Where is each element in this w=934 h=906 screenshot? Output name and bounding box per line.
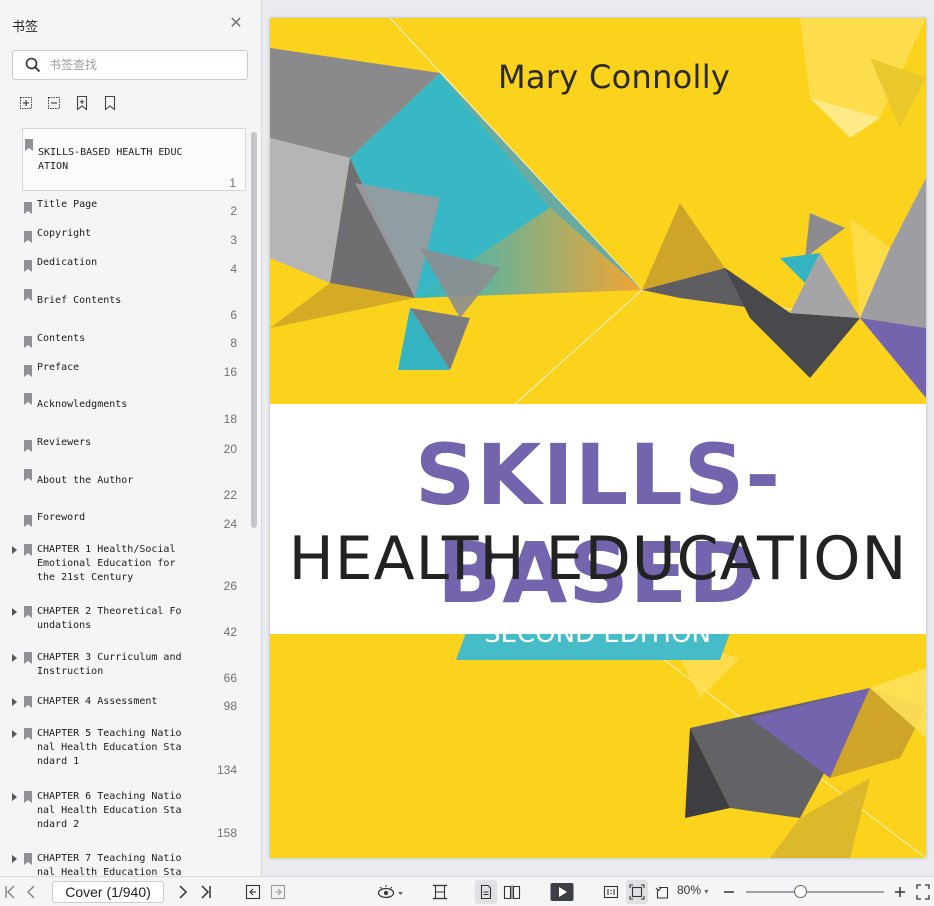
- actual-size-icon[interactable]: [603, 884, 619, 900]
- sidebar-title: 书签: [12, 19, 39, 34]
- fullscreen-icon[interactable]: [916, 884, 930, 900]
- bookmark-list: SKILLS-BASED HEALTH EDUC ATION 1 Title P…: [0, 128, 262, 876]
- bookmark-item[interactable]: Reviewers 20: [22, 436, 246, 464]
- zoom-slider-track[interactable]: [746, 891, 884, 893]
- bookmark-tools: [18, 95, 118, 111]
- bookmark-icon: [24, 336, 32, 348]
- bookmark-star-icon[interactable]: [74, 95, 90, 111]
- bookmark-icon: [24, 696, 32, 708]
- eye-protection-icon[interactable]: [377, 884, 405, 900]
- bookmark-item[interactable]: CHAPTER 2 Theoretical Fo undations 42: [12, 604, 246, 642]
- bookmark-search-box[interactable]: [12, 50, 248, 80]
- zoom-in-icon[interactable]: [894, 884, 906, 900]
- search-icon: [25, 57, 41, 73]
- expand-caret-icon[interactable]: [12, 855, 17, 863]
- bookmark-item[interactable]: CHAPTER 7 Teaching Natio nal Health Educ…: [12, 851, 246, 876]
- bookmark-sidebar: 书签 ✕ SKILLS-BASED HEALTH EDUC: [0, 0, 262, 876]
- bookmark-icon: [24, 202, 32, 214]
- expand-caret-icon[interactable]: [12, 654, 17, 662]
- bookmark-item[interactable]: Title Page 2: [22, 198, 246, 226]
- expand-caret-icon[interactable]: [12, 546, 17, 554]
- zoom-out-icon[interactable]: [723, 884, 735, 900]
- cover-title-line2: HEALTH EDUCATION: [288, 524, 908, 594]
- navigate-back-icon[interactable]: [245, 884, 261, 900]
- expand-caret-icon[interactable]: [12, 698, 17, 706]
- zoom-value: 80%: [677, 883, 702, 897]
- bookmark-item[interactable]: Foreword 24: [22, 511, 246, 539]
- bookmark-item[interactable]: Preface 16: [22, 361, 246, 389]
- play-slideshow-icon[interactable]: [550, 882, 574, 901]
- bookmark-item[interactable]: Copyright 3: [22, 227, 246, 255]
- bookmark-icon: [24, 515, 32, 527]
- bookmark-icon[interactable]: [102, 95, 118, 111]
- last-page-icon[interactable]: [200, 884, 212, 900]
- bookmark-item[interactable]: CHAPTER 4 Assessment 98: [12, 694, 246, 722]
- page-indicator[interactable]: Cover (1/940): [52, 881, 164, 903]
- bookmark-icon: [25, 139, 33, 151]
- bookmark-item[interactable]: Dedication 4: [22, 256, 246, 284]
- zoom-dropdown-icon: ▾: [704, 887, 709, 896]
- bookmark-icon: [24, 289, 32, 301]
- rotate-page-icon[interactable]: [655, 884, 671, 900]
- bookmark-icon: [24, 440, 32, 452]
- navigate-forward-icon[interactable]: [270, 884, 286, 900]
- bookmark-icon: [24, 544, 32, 556]
- close-icon[interactable]: ✕: [228, 16, 244, 32]
- bookmark-icon: [24, 606, 32, 618]
- bookmark-icon: [24, 853, 32, 865]
- remove-bookmark-icon[interactable]: [46, 95, 62, 111]
- bookmark-item[interactable]: CHAPTER 5 Teaching Natio nal Health Educ…: [12, 726, 246, 778]
- bookmark-item[interactable]: CHAPTER 6 Teaching Natio nal Health Educ…: [12, 789, 246, 841]
- bookmark-search-input[interactable]: [49, 58, 239, 72]
- fit-height-icon[interactable]: [432, 884, 448, 900]
- bookmark-item[interactable]: Brief Contents 6: [22, 286, 246, 324]
- expand-caret-icon[interactable]: [12, 793, 17, 801]
- bookmark-icon: [24, 469, 32, 481]
- cover-author: Mary Connolly: [498, 58, 731, 96]
- bookmark-item[interactable]: SKILLS-BASED HEALTH EDUC ATION 1: [22, 128, 246, 191]
- zoom-slider-thumb[interactable]: [794, 885, 807, 898]
- sidebar-scrollbar[interactable]: [251, 132, 257, 528]
- bookmark-item[interactable]: Acknowledgments 18: [22, 390, 246, 428]
- add-bookmark-icon[interactable]: [18, 95, 34, 111]
- bookmark-icon: [24, 231, 32, 243]
- first-page-icon[interactable]: [4, 884, 16, 900]
- bookmark-icon: [24, 652, 32, 664]
- expand-caret-icon[interactable]: [12, 730, 17, 738]
- zoom-level[interactable]: 80% ▾: [677, 883, 708, 897]
- bottom-toolbar: Cover (1/940) 80% ▾: [0, 876, 934, 906]
- book-cover-page: Mary Connolly SKILLS-BASED HEALTH EDUCAT…: [270, 18, 926, 858]
- bookmark-item[interactable]: About the Author 22: [22, 466, 246, 504]
- bookmark-icon: [24, 393, 32, 405]
- two-page-icon[interactable]: [503, 884, 521, 900]
- bookmark-icon: [24, 260, 32, 272]
- cover-edition: SECOND EDITION: [484, 619, 711, 649]
- bookmark-item[interactable]: CHAPTER 1 Health/Social Emotional Educat…: [12, 542, 246, 594]
- bookmark-icon: [24, 791, 32, 803]
- bookmark-icon: [24, 365, 32, 377]
- next-page-icon[interactable]: [178, 884, 188, 900]
- bookmark-icon: [24, 728, 32, 740]
- bookmark-item[interactable]: CHAPTER 3 Curriculum and Instruction 66: [12, 650, 246, 688]
- expand-caret-icon[interactable]: [12, 608, 17, 616]
- bookmark-item[interactable]: Contents 8: [22, 332, 246, 360]
- fit-page-icon[interactable]: [629, 884, 645, 900]
- single-page-icon[interactable]: [478, 884, 494, 900]
- previous-page-icon[interactable]: [26, 884, 36, 900]
